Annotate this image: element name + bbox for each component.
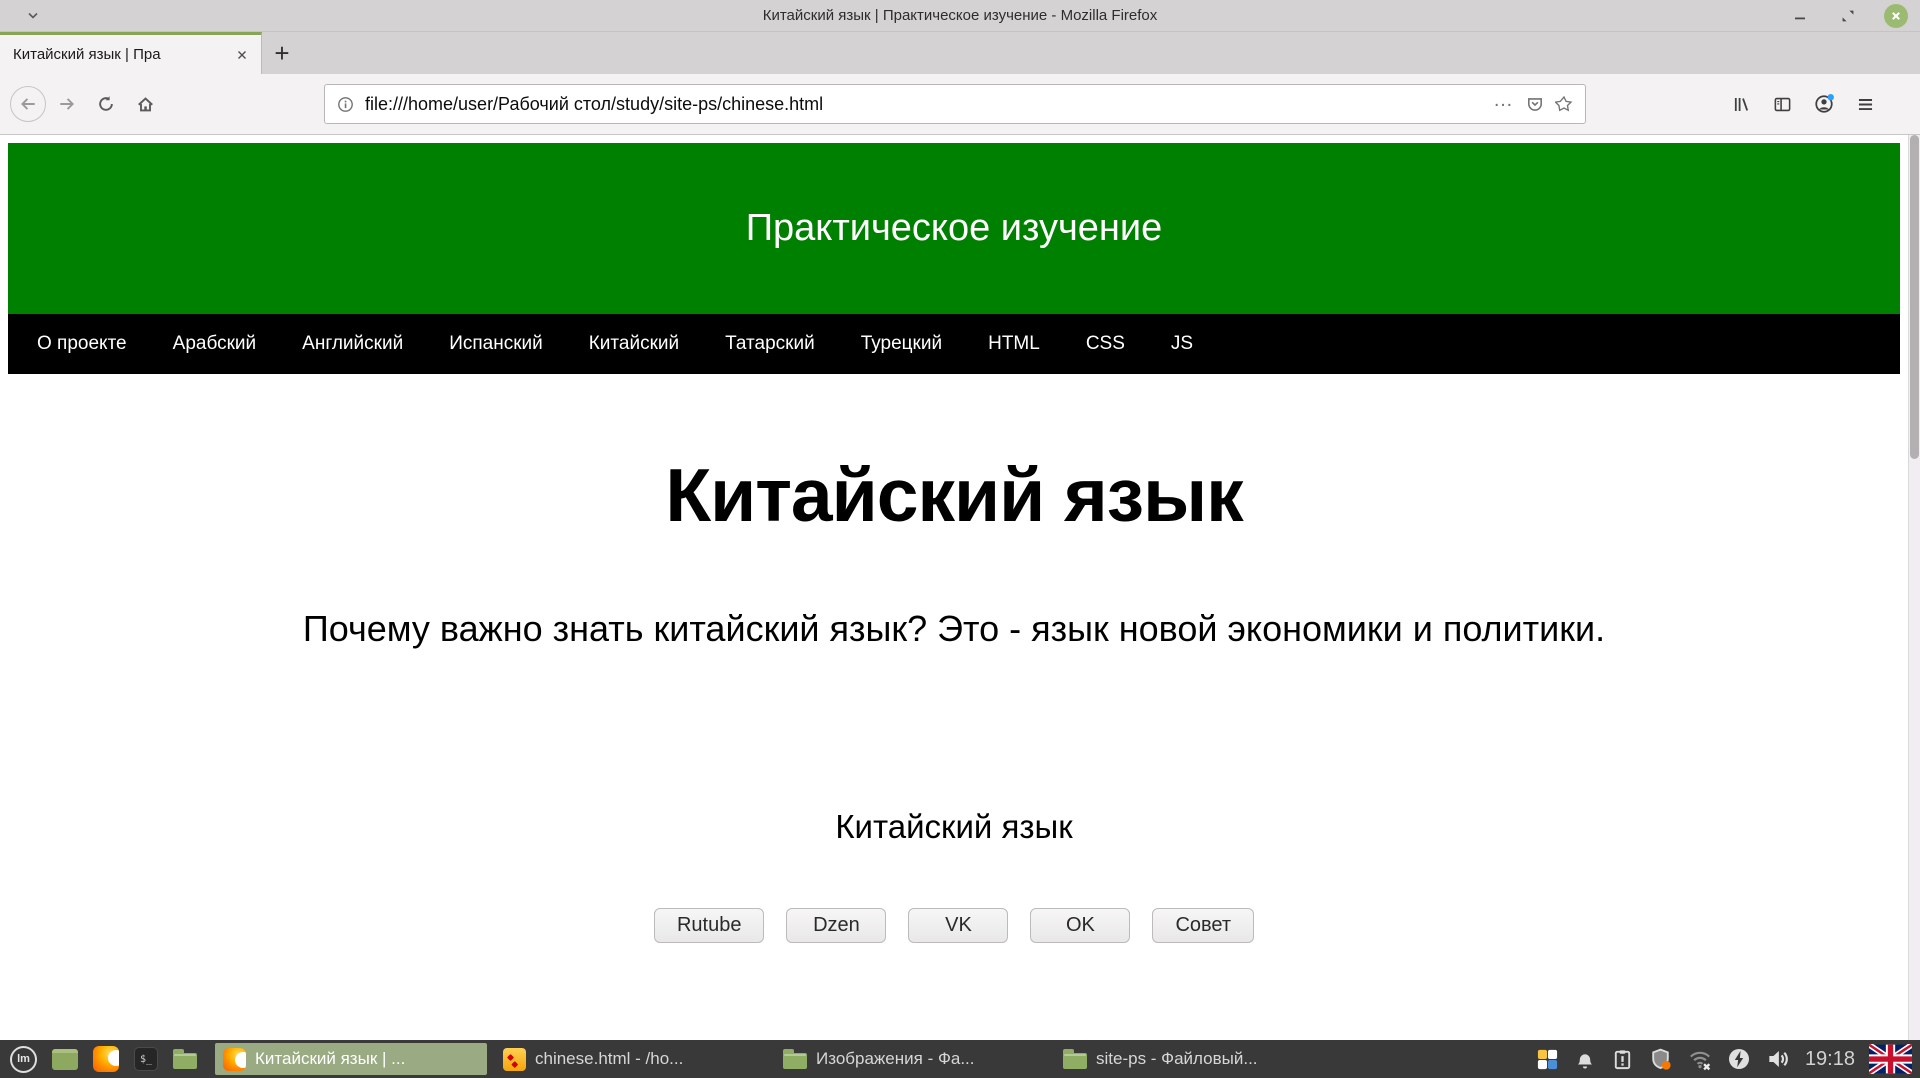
system-tray: 19:18 xyxy=(1536,1044,1914,1074)
link-button[interactable]: Rutube xyxy=(654,908,765,943)
menu-hamburger-icon[interactable] xyxy=(1856,95,1875,114)
close-button[interactable] xyxy=(1884,4,1908,28)
nav-link[interactable]: Арабский xyxy=(173,333,257,355)
scrollbar-thumb[interactable] xyxy=(1910,135,1919,459)
site-header-title: Практическое изучение xyxy=(746,207,1163,250)
desktop-screen: Китайский язык | Практическое изучение -… xyxy=(0,0,1920,1078)
nav-link[interactable]: Английский xyxy=(302,333,403,355)
maximize-button[interactable] xyxy=(1836,4,1860,28)
window-icon xyxy=(783,1053,807,1069)
workspace-grid-icon[interactable] xyxy=(1536,1048,1559,1071)
sidebar-toggle-icon[interactable] xyxy=(1773,95,1792,114)
section-subheading: Китайский язык xyxy=(8,808,1900,846)
window-label: chinese.html - /ho... xyxy=(535,1049,759,1069)
library-icon[interactable] xyxy=(1732,95,1751,114)
page-actions-icon[interactable]: … xyxy=(1493,95,1515,113)
notifications-bell-icon[interactable] xyxy=(1573,1047,1597,1071)
nav-link[interactable]: Турецкий xyxy=(861,333,942,355)
new-tab-button[interactable]: + xyxy=(262,32,302,74)
nav-link[interactable]: JS xyxy=(1171,333,1193,355)
taskbar-window-button[interactable]: site-ps - Файловый... xyxy=(1055,1043,1327,1075)
link-button[interactable]: Dzen xyxy=(786,908,886,943)
mint-menu-icon[interactable]: lm xyxy=(10,1046,37,1073)
web-page: Практическое изучение О проекте Арабский… xyxy=(0,135,1908,1040)
keyboard-layout-flag-icon[interactable] xyxy=(1869,1044,1912,1074)
toolbar-right-icons xyxy=(1732,94,1875,114)
volume-icon[interactable] xyxy=(1765,1046,1791,1072)
taskbar-window-button[interactable]: Изображения - Фа... xyxy=(775,1043,1047,1075)
taskbar: lm $_ Китайский язык | ... chinese.html … xyxy=(0,1040,1920,1078)
nav-link[interactable]: CSS xyxy=(1086,333,1125,355)
site-info-icon[interactable] xyxy=(337,96,354,113)
wifi-disconnected-icon[interactable] xyxy=(1687,1046,1713,1072)
link-button-row: Rutube Dzen VK OK Совет xyxy=(8,908,1900,943)
account-icon[interactable] xyxy=(1814,94,1834,114)
nav-link[interactable]: О проекте xyxy=(37,333,127,355)
window-label: Китайский язык | ... xyxy=(255,1049,479,1069)
save-to-pocket-icon[interactable] xyxy=(1526,95,1544,113)
taskbar-window-list: Китайский язык | ... chinese.html - /ho.… xyxy=(215,1043,1327,1075)
taskbar-launchers: lm $_ xyxy=(6,1046,201,1073)
window-icon xyxy=(503,1048,526,1071)
power-manager-icon[interactable] xyxy=(1727,1047,1751,1071)
tab-title: Китайский язык | Пра xyxy=(13,46,231,63)
taskbar-window-button[interactable]: Китайский язык | ... xyxy=(215,1043,487,1075)
intro-paragraph: Почему важно знать китайский язык? Это -… xyxy=(8,608,1900,650)
taskbar-window-button[interactable]: chinese.html - /ho... xyxy=(495,1043,767,1075)
firewall-shield-icon[interactable] xyxy=(1648,1047,1673,1072)
nav-link[interactable]: Испанский xyxy=(449,333,543,355)
reload-icon[interactable] xyxy=(88,86,124,122)
link-button[interactable]: Совет xyxy=(1152,908,1254,943)
window-controls xyxy=(1788,0,1908,32)
tab-chinese-language[interactable]: Китайский язык | Пра xyxy=(0,32,262,74)
scrollbar[interactable] xyxy=(1908,135,1920,1040)
minimize-button[interactable] xyxy=(1788,4,1812,28)
window-title: Китайский язык | Практическое изучение -… xyxy=(0,7,1920,24)
files-launcher-icon[interactable] xyxy=(173,1053,197,1069)
nav-link[interactable]: HTML xyxy=(988,333,1040,355)
titlebar-chevron-down-icon[interactable] xyxy=(26,9,40,23)
bookmark-star-icon[interactable] xyxy=(1555,95,1573,113)
terminal-launcher-icon[interactable]: $_ xyxy=(134,1047,158,1071)
browser-toolbar: file:///home/user/Рабочий стол/study/sit… xyxy=(0,74,1920,135)
url-bar[interactable]: file:///home/user/Рабочий стол/study/sit… xyxy=(324,84,1586,124)
site-nav: О проекте Арабский Английский Испанский … xyxy=(8,314,1900,374)
link-button[interactable]: VK xyxy=(908,908,1008,943)
clipboard-icon[interactable] xyxy=(1611,1048,1634,1071)
tab-bar: Китайский язык | Пра + xyxy=(0,32,1920,74)
home-button[interactable] xyxy=(127,86,163,122)
window-label: site-ps - Файловый... xyxy=(1096,1049,1319,1069)
taskbar-clock[interactable]: 19:18 xyxy=(1805,1048,1855,1071)
window-label: Изображения - Фа... xyxy=(816,1049,1039,1069)
forward-button[interactable] xyxy=(49,86,85,122)
tab-close-icon[interactable] xyxy=(231,44,253,66)
site-header: Практическое изучение xyxy=(8,143,1900,314)
page-title: Китайский язык xyxy=(8,452,1900,538)
url-text[interactable]: file:///home/user/Рабочий стол/study/sit… xyxy=(365,94,1482,115)
nav-link[interactable]: Татарский xyxy=(725,333,815,355)
window-icon xyxy=(223,1048,246,1071)
back-button[interactable] xyxy=(10,86,46,122)
window-icon xyxy=(1063,1053,1087,1069)
link-button[interactable]: OK xyxy=(1030,908,1130,943)
nav-link[interactable]: Китайский xyxy=(589,333,679,355)
window-titlebar: Китайский язык | Практическое изучение -… xyxy=(0,0,1920,32)
show-desktop-icon[interactable] xyxy=(52,1049,78,1070)
page-viewport: Практическое изучение О проекте Арабский… xyxy=(0,135,1920,1040)
firefox-launcher-icon[interactable] xyxy=(93,1046,119,1072)
